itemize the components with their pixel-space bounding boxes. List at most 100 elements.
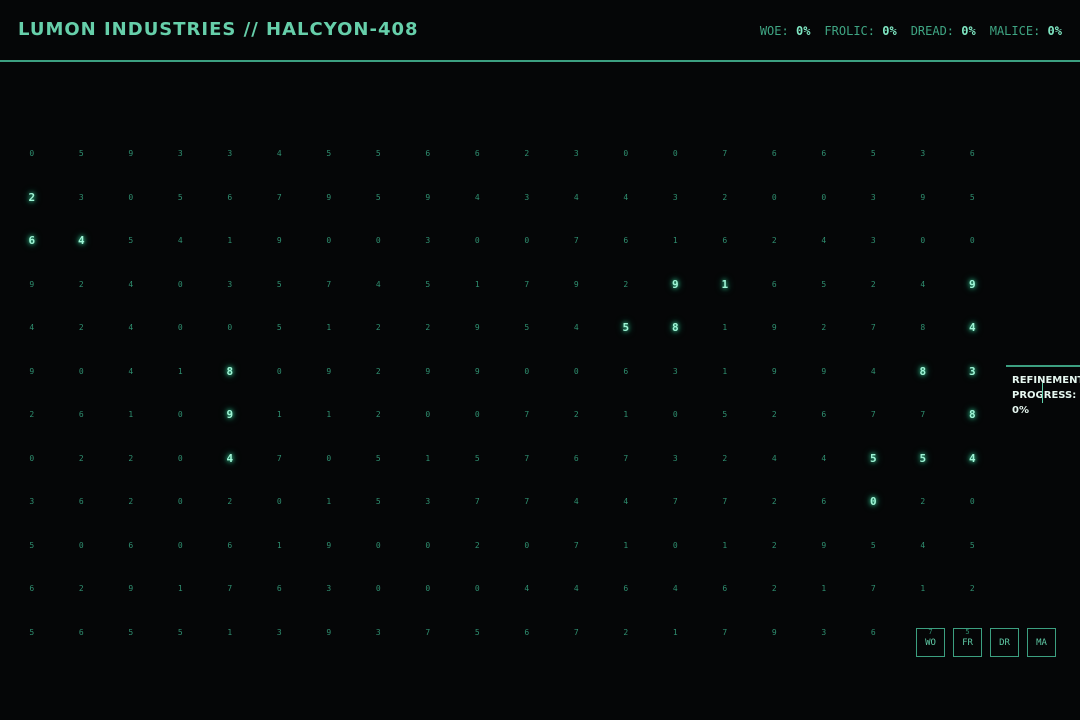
grid-number[interactable]: 7: [552, 611, 602, 655]
grid-number[interactable]: 1: [255, 393, 305, 437]
grid-number[interactable]: 1: [304, 393, 354, 437]
grid-number[interactable]: 9: [948, 263, 998, 307]
grid-number[interactable]: 5: [106, 611, 156, 655]
grid-number[interactable]: 0: [57, 350, 107, 394]
grid-number[interactable]: 8: [948, 393, 998, 437]
grid-number[interactable]: 6: [948, 132, 998, 176]
grid-number[interactable]: 0: [156, 437, 206, 481]
grid-number[interactable]: 7: [651, 480, 701, 524]
grid-number[interactable]: 9: [898, 176, 948, 220]
grid-number[interactable]: 0: [156, 306, 206, 350]
grid-number[interactable]: 9: [106, 132, 156, 176]
grid-number[interactable]: 6: [700, 567, 750, 611]
grid-number[interactable]: 1: [403, 437, 453, 481]
grid-number[interactable]: 4: [750, 437, 800, 481]
bin-woe[interactable]: 7 WO: [916, 628, 945, 657]
bin-frolic[interactable]: 5 FR: [953, 628, 982, 657]
grid-number[interactable]: 2: [354, 306, 404, 350]
grid-number[interactable]: 0: [502, 350, 552, 394]
grid-number[interactable]: 0: [7, 132, 57, 176]
grid-number[interactable]: 1: [651, 611, 701, 655]
grid-number[interactable]: 0: [57, 524, 107, 568]
grid-number[interactable]: 7: [502, 437, 552, 481]
grid-number[interactable]: 7: [898, 393, 948, 437]
grid-number[interactable]: 3: [552, 132, 602, 176]
grid-number[interactable]: 7: [453, 480, 503, 524]
grid-number[interactable]: 2: [7, 176, 57, 220]
grid-number[interactable]: 4: [601, 480, 651, 524]
grid-number[interactable]: 4: [106, 306, 156, 350]
grid-number[interactable]: 4: [106, 263, 156, 307]
grid-number[interactable]: 2: [453, 524, 503, 568]
grid-number[interactable]: 4: [255, 132, 305, 176]
grid-number[interactable]: 2: [750, 219, 800, 263]
grid-number[interactable]: 5: [453, 437, 503, 481]
grid-number[interactable]: 1: [106, 393, 156, 437]
grid-number[interactable]: 2: [700, 437, 750, 481]
grid-number[interactable]: 6: [7, 219, 57, 263]
grid-number[interactable]: 5: [156, 176, 206, 220]
grid-number[interactable]: 1: [700, 306, 750, 350]
grid-number[interactable]: 7: [700, 611, 750, 655]
grid-number[interactable]: 1: [601, 393, 651, 437]
grid-number[interactable]: 1: [700, 524, 750, 568]
grid-number[interactable]: 0: [849, 480, 899, 524]
grid-number[interactable]: 7: [255, 437, 305, 481]
grid-number[interactable]: 9: [7, 350, 57, 394]
grid-number[interactable]: 7: [849, 393, 899, 437]
grid-number[interactable]: 2: [601, 263, 651, 307]
grid-number[interactable]: 5: [354, 132, 404, 176]
grid-number[interactable]: 0: [898, 219, 948, 263]
grid-number[interactable]: 5: [453, 611, 503, 655]
grid-number[interactable]: 3: [205, 263, 255, 307]
grid-number[interactable]: 0: [453, 219, 503, 263]
grid-number[interactable]: 2: [750, 524, 800, 568]
grid-number[interactable]: 6: [403, 132, 453, 176]
grid-number[interactable]: 0: [156, 263, 206, 307]
grid-number[interactable]: 0: [304, 219, 354, 263]
grid-number[interactable]: 4: [156, 219, 206, 263]
grid-number[interactable]: 3: [799, 611, 849, 655]
grid-number[interactable]: 0: [651, 393, 701, 437]
grid-number[interactable]: 1: [453, 263, 503, 307]
bin-malice[interactable]: MA: [1027, 628, 1056, 657]
grid-number[interactable]: 3: [57, 176, 107, 220]
grid-number[interactable]: 5: [106, 219, 156, 263]
grid-number[interactable]: 6: [700, 219, 750, 263]
grid-number[interactable]: 6: [799, 480, 849, 524]
grid-number[interactable]: 9: [552, 263, 602, 307]
grid-number[interactable]: 5: [700, 393, 750, 437]
grid-number[interactable]: 3: [502, 176, 552, 220]
grid-number[interactable]: 1: [700, 350, 750, 394]
grid-number[interactable]: 0: [255, 350, 305, 394]
grid-number[interactable]: 2: [502, 132, 552, 176]
grid-number[interactable]: 2: [700, 176, 750, 220]
grid-number[interactable]: 4: [7, 306, 57, 350]
grid-number[interactable]: 3: [651, 176, 701, 220]
grid-number[interactable]: 5: [898, 437, 948, 481]
grid-number[interactable]: 3: [651, 437, 701, 481]
grid-number[interactable]: 6: [601, 219, 651, 263]
grid-number[interactable]: 4: [453, 176, 503, 220]
grid-number[interactable]: 4: [651, 567, 701, 611]
grid-number[interactable]: 2: [601, 611, 651, 655]
grid-number[interactable]: 7: [403, 611, 453, 655]
grid-number[interactable]: 2: [750, 393, 800, 437]
grid-number[interactable]: 1: [601, 524, 651, 568]
grid-number[interactable]: 2: [106, 480, 156, 524]
grid-number[interactable]: 9: [304, 350, 354, 394]
grid-number[interactable]: 5: [57, 132, 107, 176]
grid-number[interactable]: 6: [799, 393, 849, 437]
grid-number[interactable]: 1: [700, 263, 750, 307]
grid-number[interactable]: 0: [354, 524, 404, 568]
grid-number[interactable]: 7: [700, 480, 750, 524]
grid-number[interactable]: 1: [799, 567, 849, 611]
grid-number[interactable]: 0: [354, 567, 404, 611]
grid-number[interactable]: 2: [750, 480, 800, 524]
grid-number[interactable]: 0: [403, 524, 453, 568]
grid-number[interactable]: 2: [57, 306, 107, 350]
grid-number[interactable]: 0: [7, 437, 57, 481]
grid-number[interactable]: 9: [304, 611, 354, 655]
grid-number[interactable]: 4: [948, 306, 998, 350]
grid-number[interactable]: 9: [453, 350, 503, 394]
